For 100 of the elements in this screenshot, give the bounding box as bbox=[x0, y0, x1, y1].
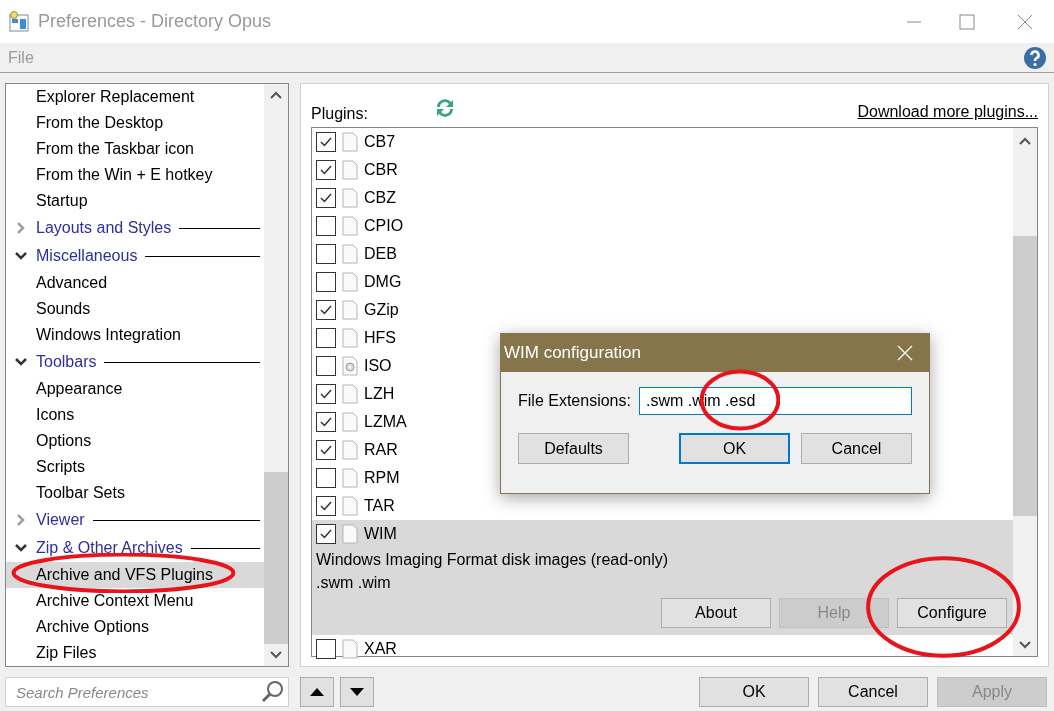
tree-item[interactable]: Archive Context Menu bbox=[6, 588, 264, 614]
close-icon[interactable] bbox=[1017, 13, 1033, 30]
scroll-up-icon[interactable] bbox=[1018, 136, 1032, 146]
chevron-right-icon[interactable] bbox=[16, 513, 26, 527]
checkbox[interactable] bbox=[316, 216, 336, 236]
app-icon bbox=[8, 10, 30, 33]
checkmark-icon bbox=[319, 135, 333, 149]
tree-item[interactable]: Scripts bbox=[6, 454, 264, 480]
checkbox[interactable] bbox=[316, 356, 336, 376]
tree-item[interactable]: Sounds bbox=[6, 296, 264, 322]
tree-item[interactable]: Archive and VFS Plugins bbox=[6, 562, 264, 588]
scroll-down-icon[interactable] bbox=[269, 650, 283, 660]
plugin-name[interactable]: DEB bbox=[364, 242, 397, 266]
file-icon bbox=[342, 384, 358, 404]
chevron-down-icon[interactable] bbox=[14, 543, 28, 553]
tree-item[interactable]: Icons bbox=[6, 402, 264, 428]
help-icon[interactable] bbox=[1023, 45, 1047, 70]
scroll-thumb[interactable] bbox=[264, 472, 288, 644]
field-label: File Extensions: bbox=[518, 391, 631, 411]
plugin-action-button[interactable]: About bbox=[661, 598, 771, 628]
tree-item[interactable]: Toolbar Sets bbox=[6, 480, 264, 506]
plugin-name[interactable]: ISO bbox=[364, 354, 392, 378]
triangle-up-icon bbox=[310, 688, 324, 696]
tree-item[interactable]: Startup bbox=[6, 188, 264, 214]
tree-group-label[interactable]: Layouts and Styles bbox=[36, 216, 172, 240]
search-icon[interactable] bbox=[261, 680, 285, 704]
plugin-name[interactable]: GZip bbox=[364, 298, 399, 322]
plugin-name[interactable]: XAR bbox=[364, 637, 397, 661]
checkmark-icon bbox=[319, 527, 333, 541]
chevron-down-icon[interactable] bbox=[14, 251, 28, 261]
dialog-button[interactable]: OK bbox=[699, 677, 809, 707]
scrollbar[interactable] bbox=[1013, 128, 1037, 656]
plugin-name[interactable]: CPIO bbox=[364, 214, 404, 238]
checkbox[interactable] bbox=[316, 188, 336, 208]
checkbox[interactable] bbox=[316, 244, 336, 264]
tree-group-label[interactable]: Toolbars bbox=[36, 350, 97, 374]
tree-item[interactable]: From the Desktop bbox=[6, 110, 264, 136]
tree-group-label[interactable]: Zip & Other Archives bbox=[36, 536, 183, 560]
move-down-button[interactable] bbox=[340, 677, 374, 707]
dialog-button[interactable]: Defaults bbox=[518, 433, 629, 464]
tree-item[interactable]: From the Taskbar icon bbox=[6, 136, 264, 162]
checkbox[interactable] bbox=[316, 160, 336, 180]
plugin-action-button[interactable]: Configure bbox=[897, 598, 1007, 628]
chevron-down-icon[interactable] bbox=[14, 357, 28, 367]
tree-item[interactable]: Advanced bbox=[6, 270, 264, 296]
chevron-right-icon[interactable] bbox=[16, 221, 26, 235]
file-icon bbox=[342, 496, 358, 516]
file-icon bbox=[342, 300, 358, 320]
tree-item[interactable]: Archive Options bbox=[6, 614, 264, 640]
file-icon bbox=[342, 216, 358, 236]
dialog-button[interactable]: OK bbox=[679, 433, 790, 464]
scroll-thumb[interactable] bbox=[1013, 236, 1037, 516]
checkmark-icon bbox=[319, 415, 333, 429]
checkbox[interactable] bbox=[316, 496, 336, 516]
plugin-name[interactable]: HFS bbox=[364, 326, 396, 350]
plugin-name[interactable]: LZH bbox=[364, 382, 395, 406]
file-icon bbox=[342, 524, 358, 544]
plugin-name[interactable]: WIM bbox=[364, 522, 397, 546]
scrollbar[interactable] bbox=[264, 84, 288, 666]
tree-item[interactable]: Appearance bbox=[6, 376, 264, 402]
tree-group-label[interactable]: Miscellaneous bbox=[36, 244, 138, 268]
search-field[interactable]: Search Preferences bbox=[5, 677, 289, 707]
checkbox[interactable] bbox=[316, 412, 336, 432]
tree-item[interactable]: Options bbox=[6, 428, 264, 454]
checkbox[interactable] bbox=[316, 384, 336, 404]
plugin-name[interactable]: RAR bbox=[364, 438, 398, 462]
checkbox[interactable] bbox=[316, 328, 336, 348]
plugin-name[interactable]: CBZ bbox=[364, 186, 396, 210]
file-icon bbox=[342, 272, 358, 292]
plugins-label: Plugins: bbox=[311, 104, 368, 124]
tree-item[interactable]: Explorer Replacement bbox=[6, 84, 264, 110]
checkbox[interactable] bbox=[316, 272, 336, 292]
checkbox[interactable] bbox=[316, 524, 336, 544]
tree-group-label[interactable]: Viewer bbox=[36, 508, 85, 532]
scroll-up-icon[interactable] bbox=[269, 90, 283, 100]
file-icon bbox=[342, 468, 358, 488]
checkmark-icon bbox=[319, 443, 333, 457]
plugin-name[interactable]: RPM bbox=[364, 466, 400, 490]
file-icon bbox=[342, 160, 358, 180]
plugin-name[interactable]: CBR bbox=[364, 158, 398, 182]
plugin-name[interactable]: TAR bbox=[364, 494, 395, 518]
tree-item[interactable]: Zip Files bbox=[6, 640, 264, 666]
plugin-name[interactable]: LZMA bbox=[364, 410, 407, 434]
checkbox[interactable] bbox=[316, 639, 336, 659]
triangle-down-icon bbox=[350, 688, 364, 696]
plugin-name[interactable]: DMG bbox=[364, 270, 402, 294]
tree-item[interactable]: Windows Integration bbox=[6, 322, 264, 348]
disc-file-icon bbox=[342, 356, 358, 376]
checkbox[interactable] bbox=[316, 132, 336, 152]
dialog-button[interactable]: Cancel bbox=[818, 677, 928, 707]
checkbox[interactable] bbox=[316, 300, 336, 320]
checkmark-icon bbox=[319, 303, 333, 317]
scroll-down-icon[interactable] bbox=[1018, 640, 1032, 650]
checkbox[interactable] bbox=[316, 440, 336, 460]
tree-item[interactable]: From the Win + E hotkey bbox=[6, 162, 264, 188]
dialog-button[interactable]: Cancel bbox=[801, 433, 912, 464]
plugin-name[interactable]: CB7 bbox=[364, 130, 396, 154]
move-up-button[interactable] bbox=[300, 677, 334, 707]
download-link[interactable]: Download more plugins... bbox=[857, 100, 1038, 124]
checkbox[interactable] bbox=[316, 468, 336, 488]
